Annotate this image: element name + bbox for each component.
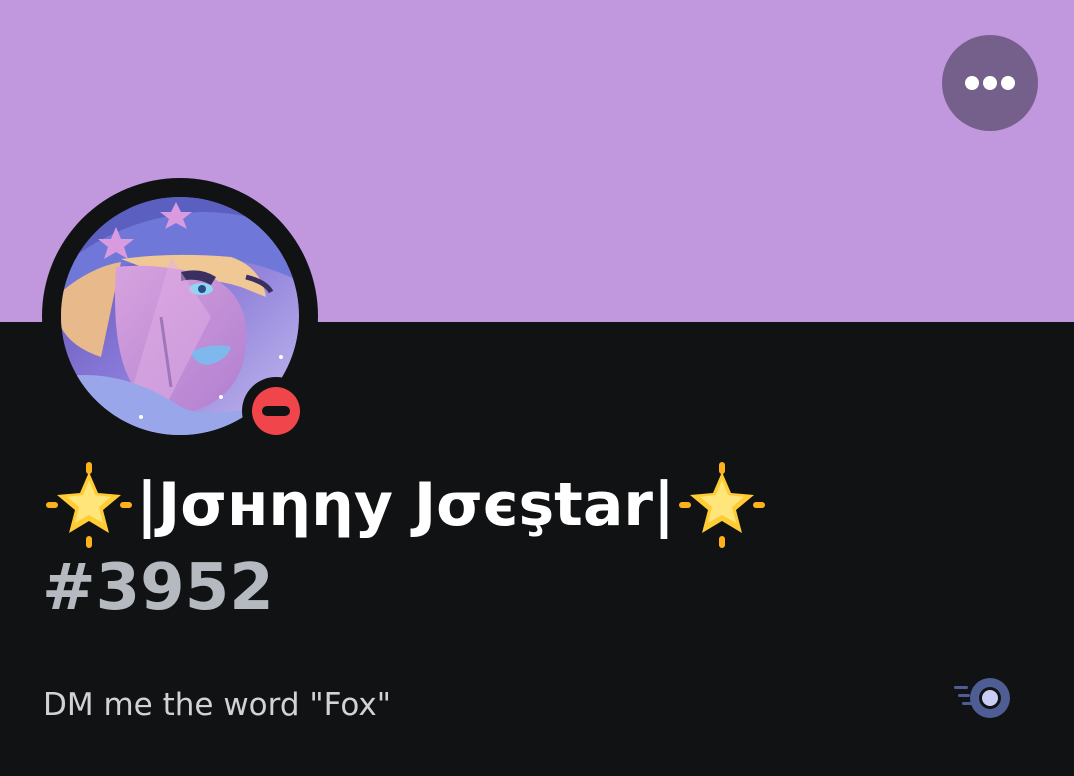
more-options-button[interactable]	[942, 35, 1038, 131]
more-horizontal-icon	[965, 76, 1015, 90]
dnd-status-icon	[252, 387, 300, 435]
user-profile-card: |Jσнηηу Jσєştar| #3952 DM me the word "F…	[0, 0, 1074, 776]
glowing-star-icon	[678, 462, 765, 548]
nitro-badge-icon[interactable]	[952, 676, 1014, 720]
glowing-star-icon	[46, 462, 132, 548]
username: |Jσнηηу Jσєştar|	[136, 470, 675, 540]
profile-bio: DM me the word "Fox"	[43, 687, 391, 723]
username-row: |Jσнηηу Jσєştar|	[44, 458, 767, 552]
user-discriminator: #3952	[42, 551, 274, 625]
